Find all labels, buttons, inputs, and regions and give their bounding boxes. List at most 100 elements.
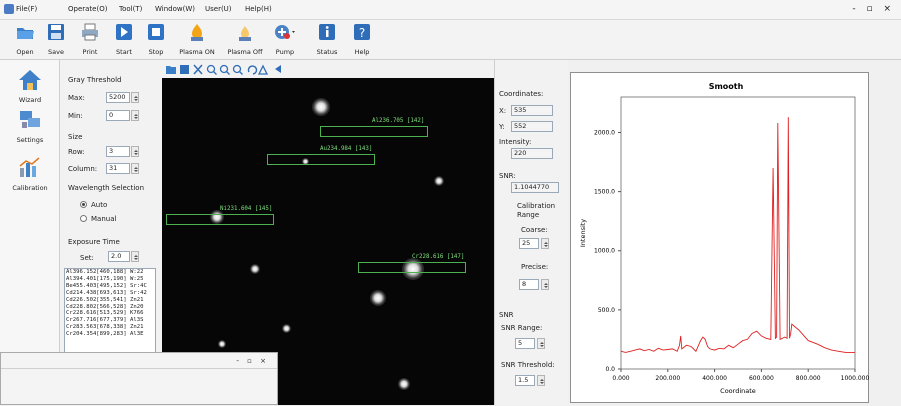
- spectral-spot: [282, 324, 291, 333]
- printer-icon: [82, 23, 98, 41]
- y-readout: 552: [511, 121, 553, 132]
- plasma-off-button[interactable]: Plasma Off: [227, 22, 263, 58]
- snr-threshold-input[interactable]: 1.5: [515, 375, 535, 386]
- back-icon[interactable]: [275, 65, 281, 73]
- coarse-label: Coarse:: [521, 226, 548, 234]
- coarse-input[interactable]: 25: [519, 238, 539, 249]
- nav-settings[interactable]: Settings: [0, 108, 60, 144]
- menu-file[interactable]: File(F): [16, 5, 37, 13]
- snr-range-spinner[interactable]: [537, 338, 545, 349]
- calibration-range-title: Range: [517, 211, 540, 219]
- min-input[interactable]: 0: [106, 110, 130, 121]
- child-window[interactable]: - ▫ ×: [0, 352, 278, 405]
- zoom-out-icon[interactable]: [219, 64, 230, 75]
- auto-label: Auto: [91, 201, 108, 209]
- row-spinner[interactable]: [131, 146, 139, 157]
- stop-icon: [148, 24, 164, 40]
- zoom-area-icon[interactable]: [232, 64, 243, 75]
- roi-box[interactable]: [166, 214, 274, 225]
- wavelength-title: Wavelength Selection: [68, 184, 145, 192]
- intensity-label: Intensity:: [499, 138, 532, 146]
- spectral-spot: [312, 98, 330, 116]
- max-input[interactable]: 5200: [106, 92, 130, 103]
- stop-button[interactable]: Stop: [139, 22, 173, 58]
- row-input[interactable]: 3: [106, 146, 130, 157]
- precise-input[interactable]: 8: [519, 279, 539, 290]
- spectral-spot: [218, 340, 226, 348]
- exposure-set-label: Set:: [80, 254, 94, 262]
- house-icon: [19, 70, 41, 90]
- play-icon: [116, 24, 132, 40]
- list-item[interactable]: Cr267.716[677,379] Al3S: [65, 317, 155, 324]
- list-item[interactable]: Cr283.563[678,338] Zn21: [65, 324, 155, 331]
- help-button[interactable]: ? Help: [345, 22, 379, 58]
- computers-icon: [20, 111, 40, 128]
- nav-wizard[interactable]: Wizard: [0, 68, 60, 104]
- list-item[interactable]: Cd226.502[355,541] Zn21: [65, 297, 155, 304]
- spectrum-chart-svg: Smooth 0.000 200.000 400.000 600.000 800.000…: [579, 82, 870, 395]
- image-toolbar: [162, 60, 494, 78]
- y-tick-label: 500.0: [598, 307, 615, 314]
- exposure-spinner[interactable]: [131, 251, 139, 262]
- open-image-icon[interactable]: [166, 66, 176, 74]
- exposure-title: Exposure Time: [68, 238, 120, 246]
- x-tick-label: 1000.000: [841, 375, 870, 382]
- list-item[interactable]: Be455.403[495,152] Sr:4C: [65, 283, 155, 290]
- list-item[interactable]: Cd214.438[693,613] Sr:42: [65, 290, 155, 297]
- coordinates-title: Coordinates:: [499, 90, 544, 98]
- auto-radio[interactable]: [80, 201, 87, 208]
- plasma-on-button[interactable]: Plasma ON: [179, 22, 215, 58]
- measure-icon[interactable]: [257, 64, 269, 75]
- list-item[interactable]: Al394.401[175,190] W:25: [65, 276, 155, 283]
- list-item[interactable]: Cr204.354[899,283] Al3E: [65, 331, 155, 338]
- snr-threshold-spinner[interactable]: [537, 375, 545, 386]
- folder-icon: [17, 28, 34, 39]
- menu-help[interactable]: Help(H): [245, 5, 272, 13]
- menu-user[interactable]: User(U): [205, 5, 232, 13]
- zoom-in-icon[interactable]: [206, 64, 217, 75]
- list-item[interactable]: Cd228.802[566,528] Zn20: [65, 304, 155, 311]
- svg-text:?: ?: [359, 26, 365, 40]
- roi-box[interactable]: [267, 154, 375, 165]
- roi-box[interactable]: [320, 126, 428, 137]
- child-window-controls[interactable]: - ▫ ×: [236, 357, 269, 365]
- nav-calibration[interactable]: Calibration: [0, 156, 60, 192]
- menu-bar: File(F) Operate(O) Tool(T) Window(W) Use…: [0, 0, 901, 20]
- calibration-title: Calibration: [517, 202, 556, 210]
- manual-radio[interactable]: [80, 215, 87, 222]
- refresh-icon[interactable]: [247, 65, 258, 75]
- calibration-chart-icon: [19, 157, 40, 177]
- menu-operate[interactable]: Operate(O): [68, 5, 107, 13]
- menu-window[interactable]: Window(W): [155, 5, 195, 13]
- column-spinner[interactable]: [131, 163, 139, 174]
- window-controls[interactable]: - ▫ ×: [852, 4, 895, 14]
- chart-title: Smooth: [709, 82, 744, 91]
- column-input[interactable]: 31: [106, 163, 130, 174]
- list-item[interactable]: Cr228.616[513,529] K766: [65, 310, 155, 317]
- spectral-spot: [250, 264, 260, 274]
- gray-threshold-title: Gray Threshold: [68, 76, 122, 84]
- fit-view-icon[interactable]: [193, 64, 203, 75]
- roi-label: Ni231.604 [145]: [220, 206, 273, 212]
- peak-list[interactable]: Al396.152[460,188] W:22 Al394.401[175,19…: [64, 268, 156, 356]
- exposure-input[interactable]: 2.0: [108, 251, 130, 262]
- snr-readout: 1.1044770: [511, 182, 559, 193]
- snr-range-label: SNR Range:: [501, 324, 543, 332]
- x-tick-label: 400.000: [702, 375, 727, 382]
- spectral-spot: [370, 290, 386, 306]
- menu-tool[interactable]: Tool(T): [119, 5, 142, 13]
- x-tick-label: 0.000: [612, 375, 629, 382]
- list-item[interactable]: Al396.152[460,188] W:22: [65, 269, 155, 276]
- save-image-icon[interactable]: [180, 65, 189, 74]
- roi-box[interactable]: [358, 262, 466, 273]
- pump-button[interactable]: Pump: [268, 22, 302, 58]
- coarse-spinner[interactable]: [541, 238, 549, 249]
- snr-range-input[interactable]: 5: [515, 338, 535, 349]
- precise-spinner[interactable]: [541, 279, 549, 290]
- y-tick-label: 1000.0: [594, 248, 615, 255]
- roi-label: Cr228.616 [147]: [412, 254, 465, 260]
- min-spinner[interactable]: [131, 110, 139, 121]
- child-window-titlebar[interactable]: - ▫ ×: [1, 353, 277, 369]
- max-spinner[interactable]: [131, 92, 139, 103]
- info-icon: [319, 24, 335, 40]
